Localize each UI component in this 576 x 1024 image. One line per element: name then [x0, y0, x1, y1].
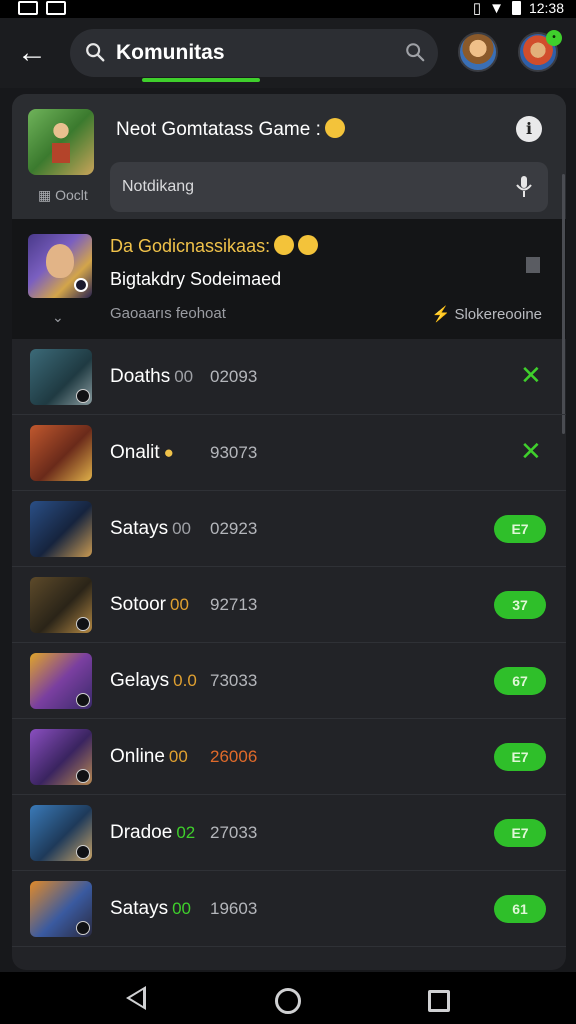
- row-name: Gelays 0.0: [110, 670, 197, 691]
- row-name: Online 00: [110, 746, 188, 767]
- sparkle-emoji-icon: [274, 235, 295, 255]
- warrior-figure-icon: [46, 121, 76, 165]
- game-header-card: ▦ Ooclt Neot Gomtatass Game : i Notdikan…: [12, 94, 566, 219]
- row-name: Doaths 00: [110, 366, 194, 387]
- featured-link[interactable]: ⚡ Slokereooine: [432, 305, 542, 323]
- gallery-notification-icon: [46, 1, 66, 15]
- close-icon[interactable]: ✕: [520, 437, 542, 465]
- featured-meta: Gaoaarıs feohoat: [110, 305, 226, 322]
- status-right: ▯ ▼ 12:38: [473, 0, 564, 16]
- game-tag: ▦ Ooclt: [38, 187, 88, 203]
- row-number: 92713: [210, 595, 258, 614]
- bolt-icon: ⚡: [431, 306, 451, 323]
- search-icon: [86, 43, 105, 62]
- badge-icon: [76, 389, 90, 403]
- nav-back-icon[interactable]: [126, 986, 146, 1010]
- status-bar: ▯ ▼ 12:38: [0, 0, 576, 18]
- wifi-icon: ▼: [489, 0, 504, 17]
- notification-input[interactable]: Notdikang: [122, 178, 194, 196]
- row-number: 73033: [210, 671, 258, 690]
- row-name: Satays 00: [110, 898, 192, 919]
- row-number: 02093: [210, 367, 258, 386]
- list-item[interactable]: Gelays 0.0 73033 67: [12, 643, 566, 719]
- badge-icon: [76, 693, 90, 707]
- list-item[interactable]: Doaths 00 02093 ✕: [12, 339, 566, 415]
- list-item[interactable]: Satays 00 19603 61: [12, 871, 566, 947]
- emoji-icon: [324, 118, 345, 138]
- status-badge[interactable]: E7: [494, 819, 546, 847]
- chevron-down-icon[interactable]: ⌄: [52, 309, 64, 326]
- list-item[interactable]: Sotoor 00 92713 37: [12, 567, 566, 643]
- smile-emoji-icon: [298, 235, 319, 255]
- status-badge[interactable]: 37: [494, 591, 546, 619]
- community-panel: ▦ Ooclt Neot Gomtatass Game : i Notdikan…: [12, 94, 566, 970]
- row-thumbnail: [30, 425, 92, 481]
- badge-icon: [76, 921, 90, 935]
- status-badge[interactable]: 61: [494, 895, 546, 923]
- row-number: 27033: [210, 823, 258, 842]
- microphone-icon[interactable]: [512, 174, 536, 200]
- row-name: Onalit ●: [110, 442, 174, 463]
- app-bar: ← Komunitas •: [0, 18, 576, 88]
- screen: ▯ ▼ 12:38 ← Komunitas • ▦ Ooclt Neot Gom…: [0, 0, 576, 1024]
- row-name: Sotoor 00: [110, 594, 189, 615]
- row-number: 93073: [210, 443, 258, 462]
- back-arrow-icon[interactable]: ←: [14, 36, 50, 72]
- row-number: 26006: [210, 747, 258, 766]
- badge-icon: [76, 845, 90, 859]
- status-badge[interactable]: 67: [494, 667, 546, 695]
- more-square-icon[interactable]: [526, 257, 540, 273]
- level-badge-icon: [74, 278, 88, 292]
- row-thumbnail: [30, 577, 92, 633]
- row-thumbnail: [30, 729, 92, 785]
- row-thumbnail: [30, 349, 92, 405]
- member-list: Doaths 00 02093 ✕ Onalit ● 93073 ✕ Satays 0…: [12, 339, 566, 947]
- search-bar[interactable]: Komunitas: [70, 29, 438, 77]
- image-notification-icon: [18, 1, 38, 15]
- row-number: 02923: [210, 519, 258, 538]
- row-number: 19603: [210, 899, 258, 918]
- list-item[interactable]: Dradoe 02 27033 E7: [12, 795, 566, 871]
- row-thumbnail: [30, 881, 92, 937]
- row-name: Dradoe 02: [110, 822, 196, 843]
- row-name: Satays 00: [110, 518, 192, 539]
- featured-title: Da Godicnassikaas:: [110, 235, 319, 257]
- nav-recents-icon[interactable]: [428, 990, 450, 1012]
- search-submit-icon[interactable]: [404, 41, 426, 63]
- status-time: 12:38: [528, 0, 564, 16]
- navigation-bar: [0, 972, 576, 1024]
- featured-subtitle: Bigtakdry Sodeimaed: [110, 269, 282, 289]
- search-input[interactable]: Komunitas: [116, 41, 225, 65]
- avatar[interactable]: [458, 32, 498, 72]
- grid-icon: ▦: [38, 187, 52, 203]
- close-icon[interactable]: ✕: [520, 361, 542, 389]
- battery-icon: [511, 1, 521, 15]
- list-item[interactable]: Onalit ● 93073 ✕: [12, 415, 566, 491]
- vibrate-icon: ▯: [472, 0, 482, 17]
- game-thumbnail[interactable]: [28, 109, 94, 175]
- notification-badge: •: [546, 30, 562, 46]
- list-item[interactable]: Satays 00 02923 E7: [12, 491, 566, 567]
- row-thumbnail: [30, 805, 92, 861]
- page-title: Neot Gomtatass Game :: [116, 118, 345, 141]
- info-button[interactable]: i: [516, 116, 542, 142]
- status-left-icons: [18, 1, 66, 15]
- notification-field[interactable]: Notdikang: [110, 162, 548, 212]
- row-thumbnail: [30, 653, 92, 709]
- status-badge[interactable]: E7: [494, 743, 546, 771]
- active-tab-indicator: [142, 78, 260, 82]
- nav-home-icon[interactable]: [275, 988, 301, 1014]
- featured-post[interactable]: ⌄ Da Godicnassikaas: Bigtakdry Sodeimaed…: [12, 219, 566, 339]
- hero-face-icon: [46, 244, 74, 278]
- status-badge[interactable]: E7: [494, 515, 546, 543]
- featured-thumbnail: [28, 234, 92, 298]
- list-item[interactable]: Online 00 26006 E7: [12, 719, 566, 795]
- badge-icon: [76, 769, 90, 783]
- badge-icon: [76, 617, 90, 631]
- row-thumbnail: [30, 501, 92, 557]
- coin-icon: ●: [163, 443, 174, 462]
